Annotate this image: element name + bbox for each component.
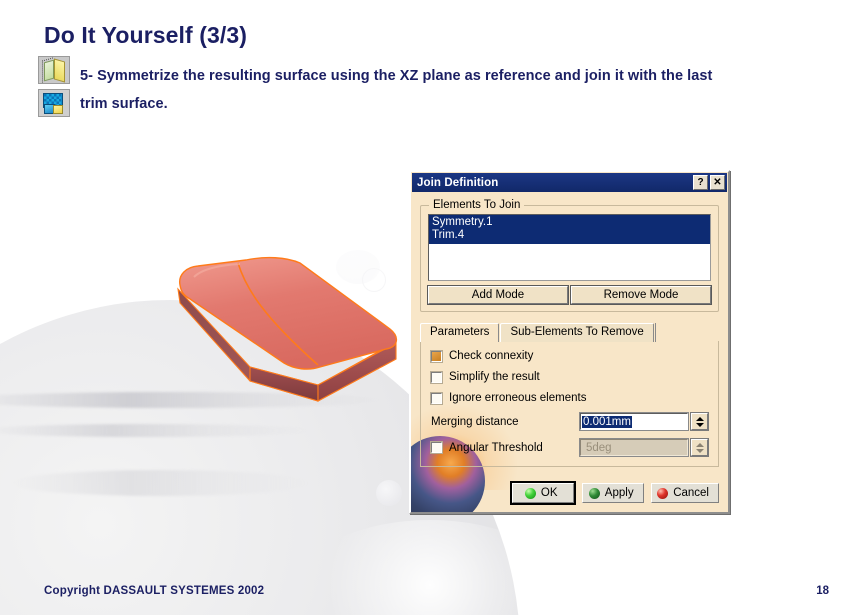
cad-model-preview	[168, 255, 408, 425]
simplify-result-checkbox[interactable]	[430, 370, 443, 384]
mode-button-bar: Add Mode Remove Mode	[427, 285, 712, 305]
apply-button[interactable]: Apply	[582, 483, 645, 503]
merging-distance-value: 0.001mm	[582, 415, 632, 428]
ignore-erroneous-label: Ignore erroneous elements	[449, 392, 587, 404]
elements-listbox[interactable]: Symmetry.1 Trim.4	[428, 214, 711, 281]
merging-distance-label: Merging distance	[431, 415, 519, 428]
join-icon	[38, 89, 70, 117]
angular-threshold-label: Angular Threshold	[449, 441, 543, 454]
green-led-icon	[588, 487, 600, 499]
chevron-down-icon	[695, 448, 704, 453]
ignore-erroneous-checkbox[interactable]	[430, 391, 443, 405]
cad-model-front-face	[249, 366, 319, 402]
join-icon-yellow-square	[53, 105, 63, 114]
tab-sub-elements-to-remove[interactable]: Sub-Elements To Remove	[500, 323, 654, 342]
copyright-footer: Copyright DASSAULT SYSTEMES 2002	[44, 585, 265, 597]
simplify-result-row[interactable]: Simplify the result	[430, 370, 708, 384]
background-streak	[0, 424, 310, 437]
angular-threshold-value: 5deg	[586, 441, 612, 454]
elements-selected-rows[interactable]: Symmetry.1 Trim.4	[429, 215, 710, 244]
symmetry-icon-yellow-plane	[54, 58, 65, 83]
apply-button-label: Apply	[604, 487, 634, 499]
merging-distance-row: Merging distance 0.001mm	[431, 412, 709, 431]
check-connexity-row[interactable]: Check connexity	[430, 349, 708, 363]
chevron-down-icon[interactable]	[695, 422, 704, 427]
cancel-button-label: Cancel	[673, 487, 709, 499]
angular-threshold-input: 5deg	[579, 438, 689, 457]
merging-distance-control: 0.001mm	[579, 412, 709, 431]
parameters-panel: Check connexity Simplify the result Igno…	[420, 341, 719, 467]
symmetry-icon-green-plane	[44, 59, 54, 82]
ok-button[interactable]: OK	[510, 481, 577, 505]
angular-threshold-row: Angular Threshold 5deg	[430, 438, 709, 457]
background-streak	[10, 470, 310, 496]
chevron-up-icon[interactable]	[695, 416, 704, 421]
simplify-result-label: Simplify the result	[449, 371, 540, 383]
instruction-text: 5- Symmetrize the resulting surface usin…	[80, 68, 713, 112]
symmetry-icon	[38, 56, 70, 84]
tab-parameters[interactable]: Parameters	[420, 323, 500, 342]
elements-to-join-legend: Elements To Join	[429, 199, 525, 211]
cad-model-svg	[177, 256, 397, 402]
merging-distance-input[interactable]: 0.001mm	[579, 412, 689, 431]
red-led-icon	[657, 487, 669, 499]
dialog-tabs: Parameters Sub-Elements To Remove	[420, 323, 719, 342]
join-definition-dialog: Join Definition ? ✕ Elements To Join Sym…	[409, 170, 730, 514]
list-item[interactable]: Symmetry.1	[432, 216, 707, 229]
merging-distance-stepper[interactable]	[690, 412, 709, 431]
green-led-icon	[524, 487, 536, 499]
remove-mode-button[interactable]: Remove Mode	[570, 285, 712, 305]
instruction-icon-column	[38, 56, 70, 122]
dialog-title: Join Definition	[417, 176, 499, 189]
tab-spacer	[654, 323, 661, 342]
angular-threshold-control: 5deg	[579, 438, 709, 457]
dialog-body: Elements To Join Symmetry.1 Trim.4 Add M…	[411, 192, 728, 467]
page-title: Do It Yourself (3/3)	[44, 22, 248, 48]
list-item[interactable]: Trim.4	[432, 229, 707, 242]
dialog-titlebar[interactable]: Join Definition ? ✕	[412, 173, 727, 192]
chevron-up-icon	[695, 442, 704, 447]
close-icon[interactable]: ✕	[710, 175, 725, 190]
slide-canvas: Do It Yourself (3/3) 5- Symmetrize the r…	[0, 0, 851, 615]
elements-to-join-group: Elements To Join Symmetry.1 Trim.4 Add M…	[420, 199, 719, 312]
background-cloud	[300, 520, 560, 615]
page-number: 18	[816, 585, 829, 597]
background-disc	[376, 480, 402, 506]
cad-model-top-surface	[179, 256, 397, 370]
cancel-button[interactable]: Cancel	[651, 483, 719, 503]
check-connexity-label: Check connexity	[449, 350, 534, 362]
help-button[interactable]: ?	[693, 175, 708, 190]
dialog-action-bar: OK Apply Cancel	[510, 481, 719, 505]
ok-button-label: OK	[540, 487, 558, 499]
ignore-erroneous-row[interactable]: Ignore erroneous elements	[430, 391, 708, 405]
angular-threshold-checkbox[interactable]	[430, 441, 443, 454]
check-connexity-checkbox[interactable]	[430, 349, 443, 363]
add-mode-button[interactable]: Add Mode	[427, 285, 569, 305]
angular-threshold-stepper	[690, 438, 709, 457]
